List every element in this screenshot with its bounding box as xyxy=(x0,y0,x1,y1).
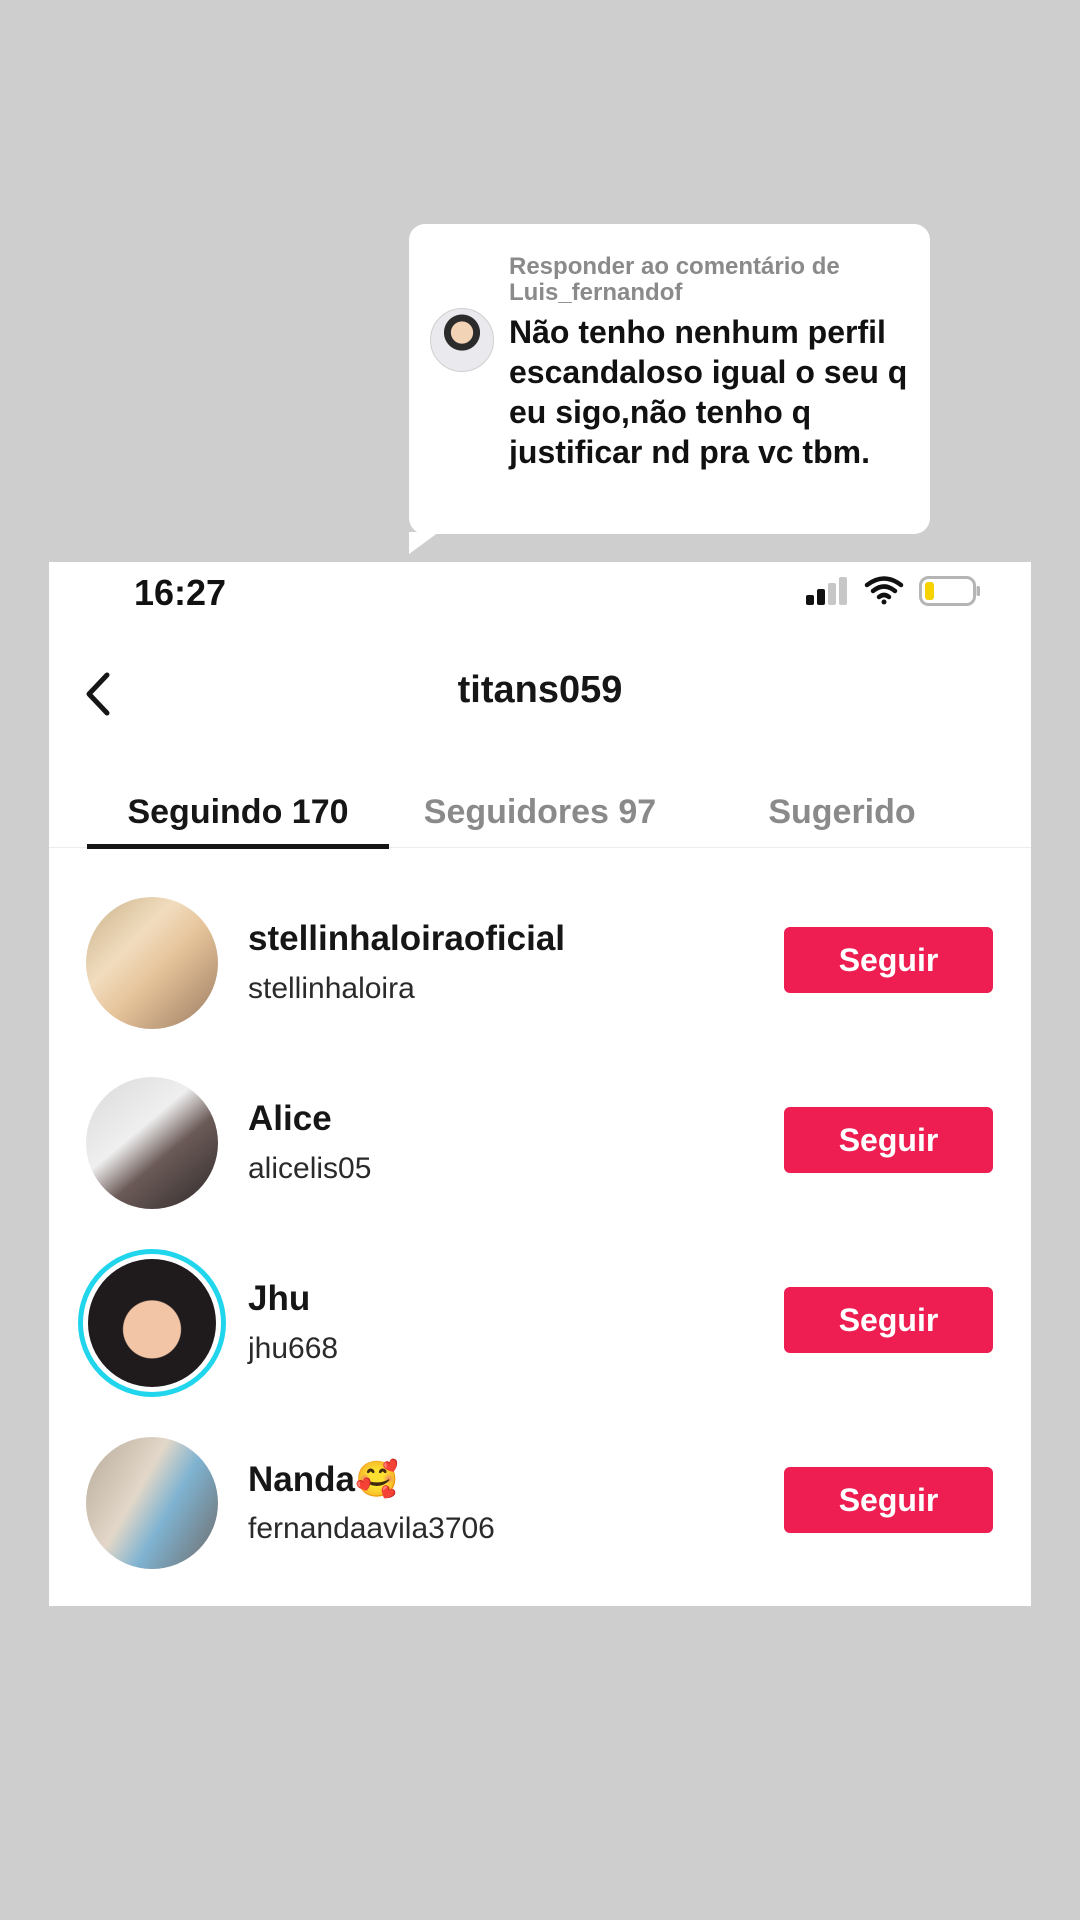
user-display-name: Alice xyxy=(248,1099,332,1138)
tab-following[interactable]: Seguindo 170 xyxy=(87,777,389,847)
user-row[interactable]: Alice alicelis05 Seguir xyxy=(49,1074,1031,1214)
user-handle: alicelis05 xyxy=(248,1152,372,1185)
user-display-name: Jhu xyxy=(248,1279,311,1318)
user-avatar xyxy=(88,1259,216,1387)
reply-comment-bubble: Responder ao comentário de Luis_fernando… xyxy=(409,224,930,554)
signal-icon xyxy=(806,577,847,605)
user-avatar[interactable] xyxy=(86,1077,218,1209)
user-row[interactable]: Nanda🥰 fernandaavila3706 Seguir xyxy=(49,1434,1031,1574)
user-row[interactable]: Jhu jhu668 Seguir xyxy=(49,1249,1031,1397)
user-handle: fernandaavila3706 xyxy=(248,1512,495,1545)
tab-followers[interactable]: Seguidores 97 xyxy=(389,777,691,847)
user-avatar[interactable] xyxy=(86,1437,218,1569)
tab-bar: Seguindo 170 Seguidores 97 Sugerido xyxy=(49,777,1031,848)
reply-header: Responder ao comentário de Luis_fernando… xyxy=(509,253,840,306)
reply-comment-text: Não tenho nenhum perfil escandaloso igua… xyxy=(509,314,908,470)
follow-button[interactable]: Seguir xyxy=(784,927,993,993)
user-row[interactable]: stellinhaloiraoficial stellinhaloira Seg… xyxy=(49,894,1031,1034)
tab-suggested[interactable]: Sugerido xyxy=(691,777,993,847)
bubble-tail xyxy=(409,532,439,554)
follow-button[interactable]: Seguir xyxy=(784,1107,993,1173)
following-screen: 16:27 titans059 Seguindo 170 Seguidores … xyxy=(49,562,1031,1606)
battery-icon xyxy=(919,576,980,606)
user-display-name: Nanda🥰 xyxy=(248,1460,399,1499)
commenter-avatar xyxy=(430,308,494,372)
status-time: 16:27 xyxy=(134,572,227,613)
user-display-name: stellinhaloiraoficial xyxy=(248,919,566,958)
active-tab-indicator xyxy=(87,844,389,849)
follow-button[interactable]: Seguir xyxy=(784,1467,993,1533)
wifi-icon xyxy=(864,576,904,605)
follow-button[interactable]: Seguir xyxy=(784,1287,993,1353)
page-title: titans059 xyxy=(457,669,623,711)
user-handle: stellinhaloira xyxy=(248,972,415,1005)
user-avatar-story-ring[interactable] xyxy=(78,1249,226,1397)
user-handle: jhu668 xyxy=(248,1332,339,1365)
user-avatar[interactable] xyxy=(86,897,218,1029)
